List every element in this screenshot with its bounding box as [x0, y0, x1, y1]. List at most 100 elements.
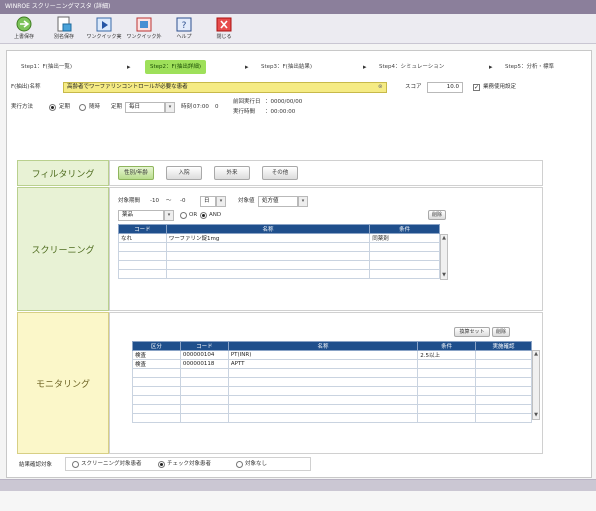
step-arrow-icon: ▸ [245, 63, 249, 71]
table-row[interactable]: なれ ワーファリン錠1mg 同薬剤 [118, 233, 440, 243]
last-run-label: 前回実行日 [233, 99, 261, 105]
step-3[interactable]: Step3：F(抽出結果) [261, 60, 312, 74]
range-to[interactable]: -0 [180, 196, 185, 206]
save-as-icon [57, 16, 72, 32]
column-header[interactable]: コード [118, 224, 167, 234]
status-bar [0, 479, 596, 491]
table-row[interactable] [132, 368, 532, 378]
column-header[interactable]: 名称 [227, 341, 419, 351]
close-button[interactable]: 閉じる [204, 16, 244, 43]
window-title: WINROE スクリーニングマスタ (詳細) [0, 0, 596, 14]
filter-inpatient-button[interactable]: 入院 [166, 166, 202, 180]
column-header[interactable]: 条件 [417, 341, 477, 351]
scroll-down-icon[interactable]: ▼ [533, 412, 539, 419]
column-header[interactable]: 名称 [165, 224, 371, 234]
scroll-up-icon[interactable]: ▲ [533, 351, 539, 358]
range-from[interactable]: -10 [150, 196, 159, 206]
bottom-area [0, 491, 596, 511]
chevron-down-icon[interactable]: ▾ [298, 196, 308, 207]
monitoring-delete-button[interactable]: 削除 [492, 327, 510, 337]
save-as-button[interactable]: 別名保存 [44, 16, 84, 43]
clear-icon[interactable]: ⊗ [378, 82, 383, 92]
type-select[interactable]: 薬品 [118, 210, 164, 221]
table-row[interactable] [132, 395, 532, 405]
run-icon [96, 17, 112, 32]
table-row[interactable] [118, 260, 440, 270]
period-select[interactable]: 毎日 [125, 102, 165, 113]
toolbar: 上書保存 別名保存 ワンクイック実 ワンクイック外 ? ヘルプ 閉じる [0, 14, 596, 44]
table-row[interactable] [132, 377, 532, 387]
screening-table: コード 名称 条件 なれ ワーファリン錠1mg 同薬剤 [118, 224, 440, 279]
table-row[interactable] [132, 404, 532, 414]
name-input[interactable]: 高齢者でワーファリンコントロールが必要な患者 [63, 82, 387, 93]
step-4[interactable]: Step4：シミュレーション [379, 60, 444, 74]
period-label: 定期 [111, 104, 123, 110]
column-header[interactable]: 実施確認 [475, 341, 532, 351]
schedule-label: 実行方法 [11, 104, 34, 110]
or-radio[interactable] [180, 212, 187, 219]
filtering-section-label: フィルタリング [17, 160, 109, 186]
step-2[interactable]: Step2：F(抽出詳細) [145, 60, 206, 74]
target-check-radio[interactable] [158, 461, 165, 468]
time-value[interactable]: 07:00 [193, 102, 209, 112]
save-button[interactable]: 上書保存 [4, 16, 44, 43]
screening-scrollbar[interactable]: ▲ ▼ [440, 234, 448, 280]
filter-outpatient-button[interactable]: 外来 [214, 166, 250, 180]
table-row[interactable] [132, 413, 532, 423]
table-row[interactable]: 検査 000000104 PT(INR) 2.5以上 [132, 350, 532, 360]
help-icon: ? [176, 17, 192, 32]
table-header: 区分 コード 名称 条件 実施確認 [132, 341, 532, 351]
scroll-up-icon[interactable]: ▲ [441, 235, 447, 242]
range-label: 対象期間 [118, 198, 141, 204]
export-button[interactable]: ワンクイック外 [124, 16, 164, 43]
filter-other-button[interactable]: その他 [262, 166, 298, 180]
range-separator: 〜 [166, 198, 172, 204]
column-header[interactable]: 条件 [369, 224, 440, 234]
range-unit-select[interactable]: 日 [200, 196, 216, 207]
target-select[interactable]: 処方値 [258, 196, 298, 207]
enabled-checkbox[interactable]: ✓ [473, 84, 480, 91]
preset-button[interactable]: 換算セット [454, 327, 490, 337]
target-type-label: 結果確認対象 [19, 462, 53, 468]
column-header[interactable]: 区分 [132, 341, 181, 351]
table-row[interactable] [132, 386, 532, 396]
scroll-down-icon[interactable]: ▼ [441, 272, 447, 279]
and-radio[interactable] [200, 212, 207, 219]
step-5[interactable]: Step5：分析・標準 [505, 60, 554, 74]
screening-section-label: スクリーニング [17, 187, 109, 311]
schedule-manual-radio[interactable] [79, 104, 86, 111]
run-button[interactable]: ワンクイック実 [84, 16, 124, 43]
export-icon [136, 17, 152, 32]
schedule-fixed-radio[interactable] [49, 104, 56, 111]
target-none-radio[interactable] [236, 461, 243, 468]
table-row[interactable] [118, 242, 440, 252]
monitoring-scrollbar[interactable]: ▲ ▼ [532, 350, 540, 420]
step-arrow-icon: ▸ [489, 63, 493, 71]
table-row[interactable] [118, 269, 440, 279]
help-button[interactable]: ? ヘルプ [164, 16, 204, 43]
close-icon [216, 17, 232, 32]
target-none-label: 対象なし [245, 461, 268, 467]
step-arrow-icon: ▸ [127, 63, 131, 71]
table-row[interactable] [118, 251, 440, 261]
run-time-label: 実行時間 [233, 109, 256, 115]
main-panel: Step1：F(抽出一覧) ▸ Step2：F(抽出詳細) ▸ Step3：F(… [6, 50, 592, 478]
monitoring-section-label: モニタリング [17, 312, 109, 454]
score-input[interactable]: 10.0 [427, 82, 463, 93]
step-1[interactable]: Step1：F(抽出一覧) [21, 60, 72, 74]
filter-sex-age-button[interactable]: 性別/年齢 [118, 166, 154, 180]
column-header[interactable]: コード [179, 341, 229, 351]
chevron-down-icon[interactable]: ▾ [164, 210, 174, 221]
svg-text:?: ? [182, 21, 187, 31]
screening-delete-button[interactable]: 削除 [428, 210, 446, 220]
table-header: コード 名称 条件 [118, 224, 440, 234]
schedule-fixed-label: 定期 [59, 104, 71, 110]
target-screening-radio[interactable] [72, 461, 79, 468]
chevron-down-icon[interactable]: ▾ [165, 102, 175, 113]
screening-section: 対象期間 -10 〜 -0 日 ▾ 対象値 処方値 ▾ 薬品 ▾ OR AND … [109, 187, 543, 311]
save-icon [16, 16, 32, 32]
run-time-value: ：00:00:00 [265, 109, 296, 115]
chevron-down-icon[interactable]: ▾ [216, 196, 226, 207]
monitoring-table: 区分 コード 名称 条件 実施確認 検査 000000104 PT(INR) 2.5以… [132, 341, 532, 423]
table-row[interactable]: 検査 000000118 APTT [132, 359, 532, 369]
